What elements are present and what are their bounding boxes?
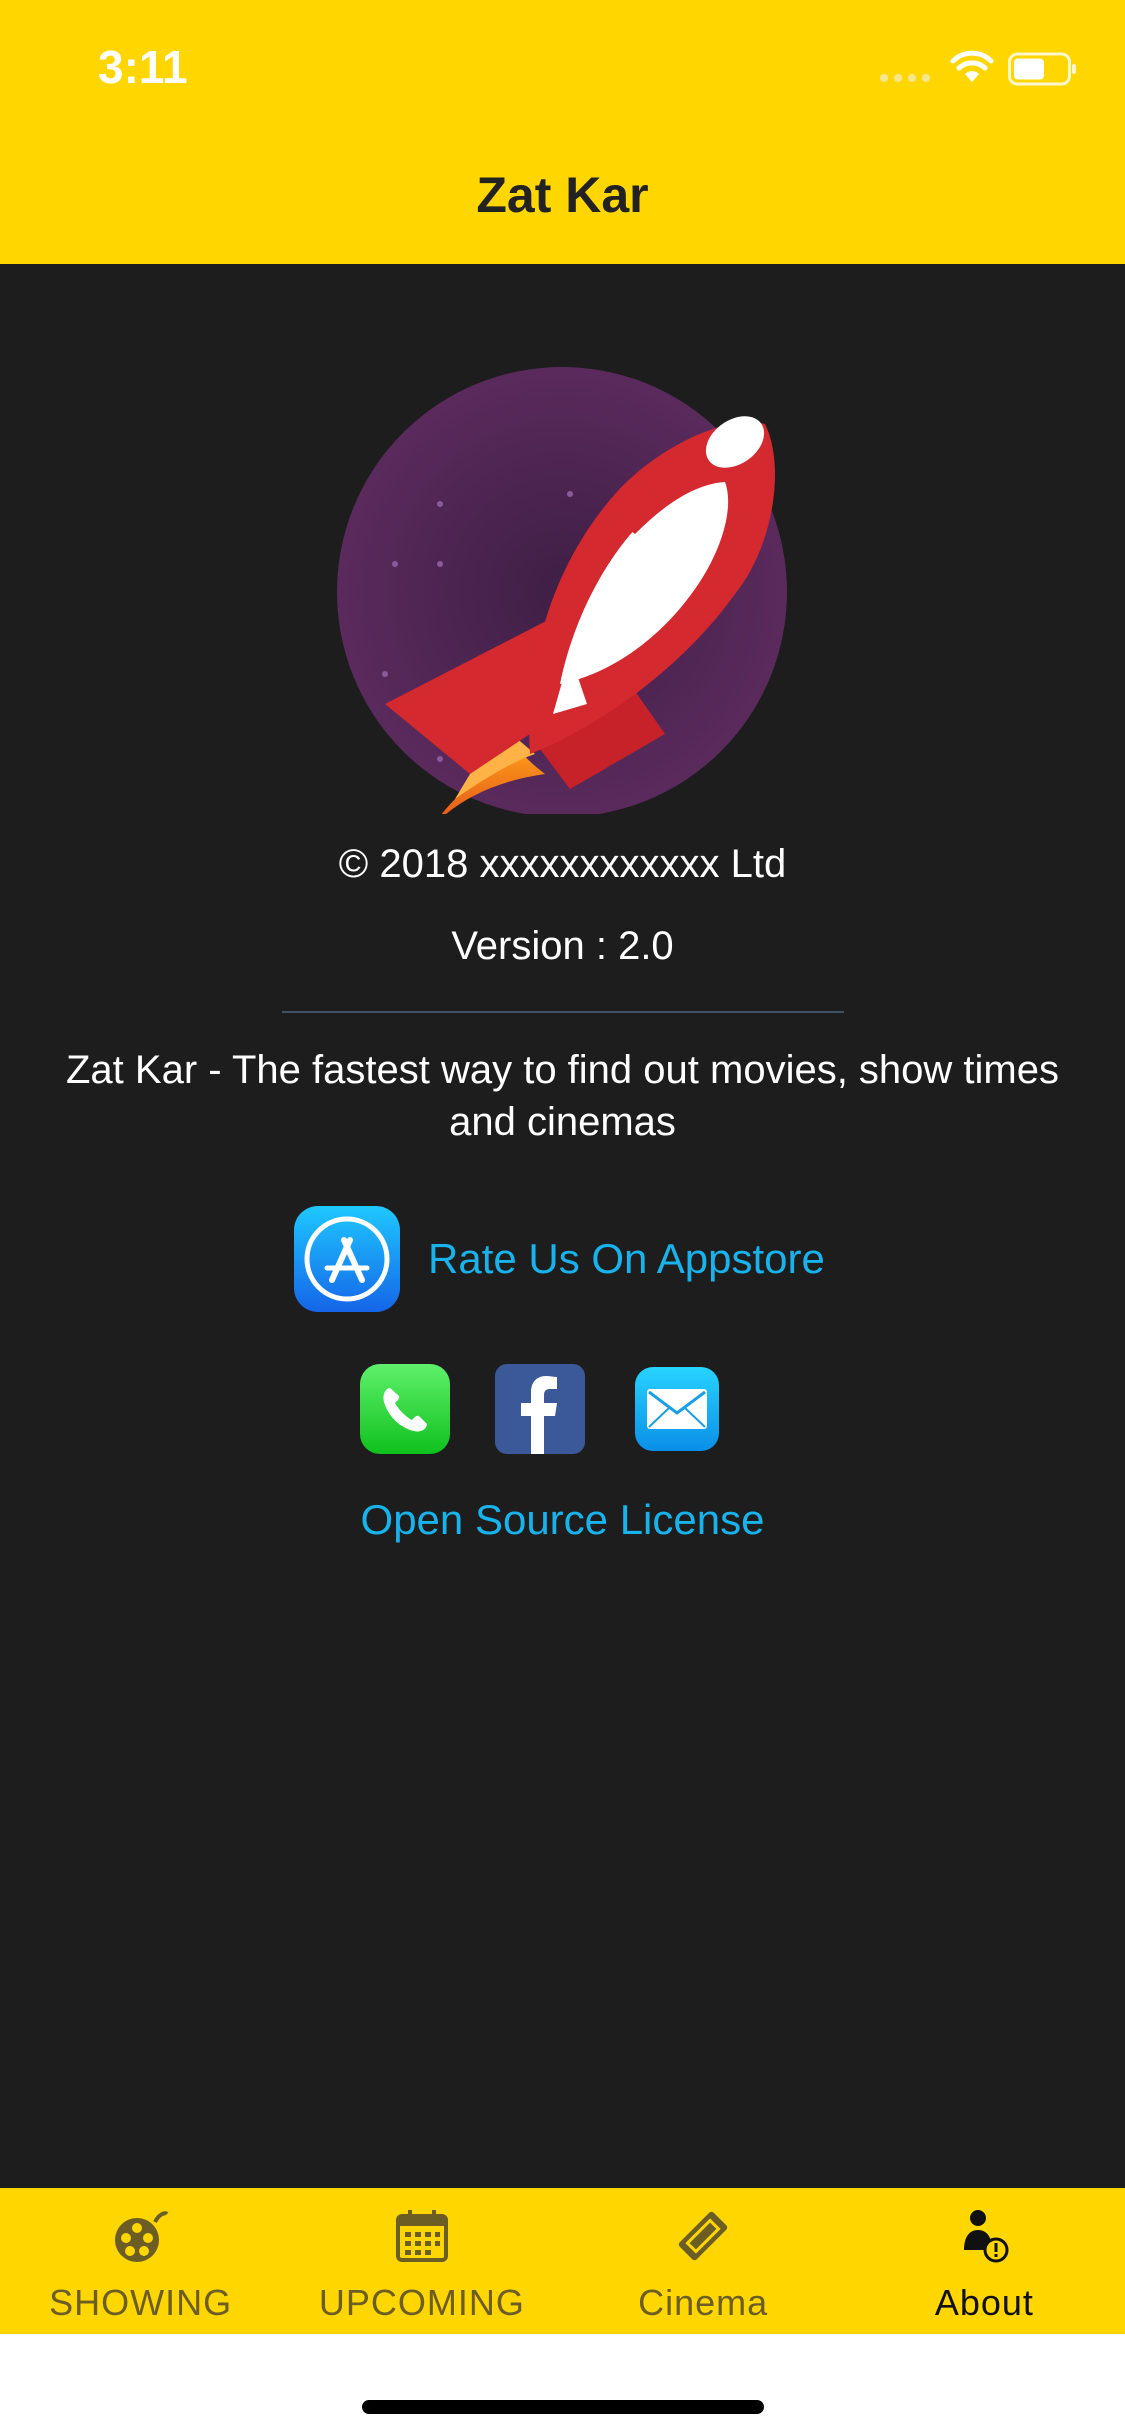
status-bar: 3:11 <box>0 0 1125 132</box>
cellular-signal-icon <box>880 74 930 82</box>
tab-showing[interactable]: SHOWING <box>0 2188 281 2334</box>
navigation-bar: Zat Kar <box>0 132 1125 264</box>
home-indicator-area <box>0 2334 1125 2436</box>
battery-icon <box>1008 52 1076 86</box>
facebook-icon[interactable] <box>495 1364 585 1454</box>
about-content: © 2018 xxxxxxxxxxxx Ltd Version : 2.0 Za… <box>0 264 1125 2188</box>
rate-us-label[interactable]: Rate Us On Appstore <box>428 1235 825 1283</box>
tab-about[interactable]: About <box>844 2188 1125 2334</box>
tab-label: UPCOMING <box>318 2282 525 2323</box>
mail-icon[interactable] <box>635 1367 719 1451</box>
rate-us-button[interactable]: Rate Us On Appstore <box>294 1206 825 1312</box>
version-text: Version : 2.0 <box>451 924 674 968</box>
status-time: 3:11 <box>98 41 188 93</box>
phone-icon[interactable] <box>360 1364 450 1454</box>
film-reel-icon <box>114 2211 169 2262</box>
ticket-icon <box>678 2211 728 2261</box>
tab-label: Cinema <box>638 2282 769 2323</box>
home-indicator[interactable] <box>362 2400 764 2414</box>
open-source-license-link[interactable]: Open Source License <box>0 1496 1125 1544</box>
calendar-icon <box>395 2210 448 2262</box>
tab-cinema[interactable]: Cinema <box>563 2188 844 2334</box>
app-store-icon[interactable] <box>294 1206 400 1312</box>
person-info-icon <box>964 2210 1009 2263</box>
contact-links <box>360 1364 719 1454</box>
tab-label: SHOWING <box>49 2282 233 2323</box>
wifi-icon <box>950 50 994 82</box>
app-description: Zat Kar - The fastest way to find out mo… <box>66 1048 1059 1144</box>
app-logo-rocket-icon <box>337 367 787 814</box>
tab-bar: SHOWING UPCOMING Cinema About <box>0 2188 1125 2334</box>
tab-label: About <box>934 2282 1034 2323</box>
tab-upcoming[interactable]: UPCOMING <box>281 2188 562 2334</box>
copyright-text: © 2018 xxxxxxxxxxxx Ltd <box>338 842 787 886</box>
page-title: Zat Kar <box>476 167 649 223</box>
divider <box>282 1011 844 1013</box>
